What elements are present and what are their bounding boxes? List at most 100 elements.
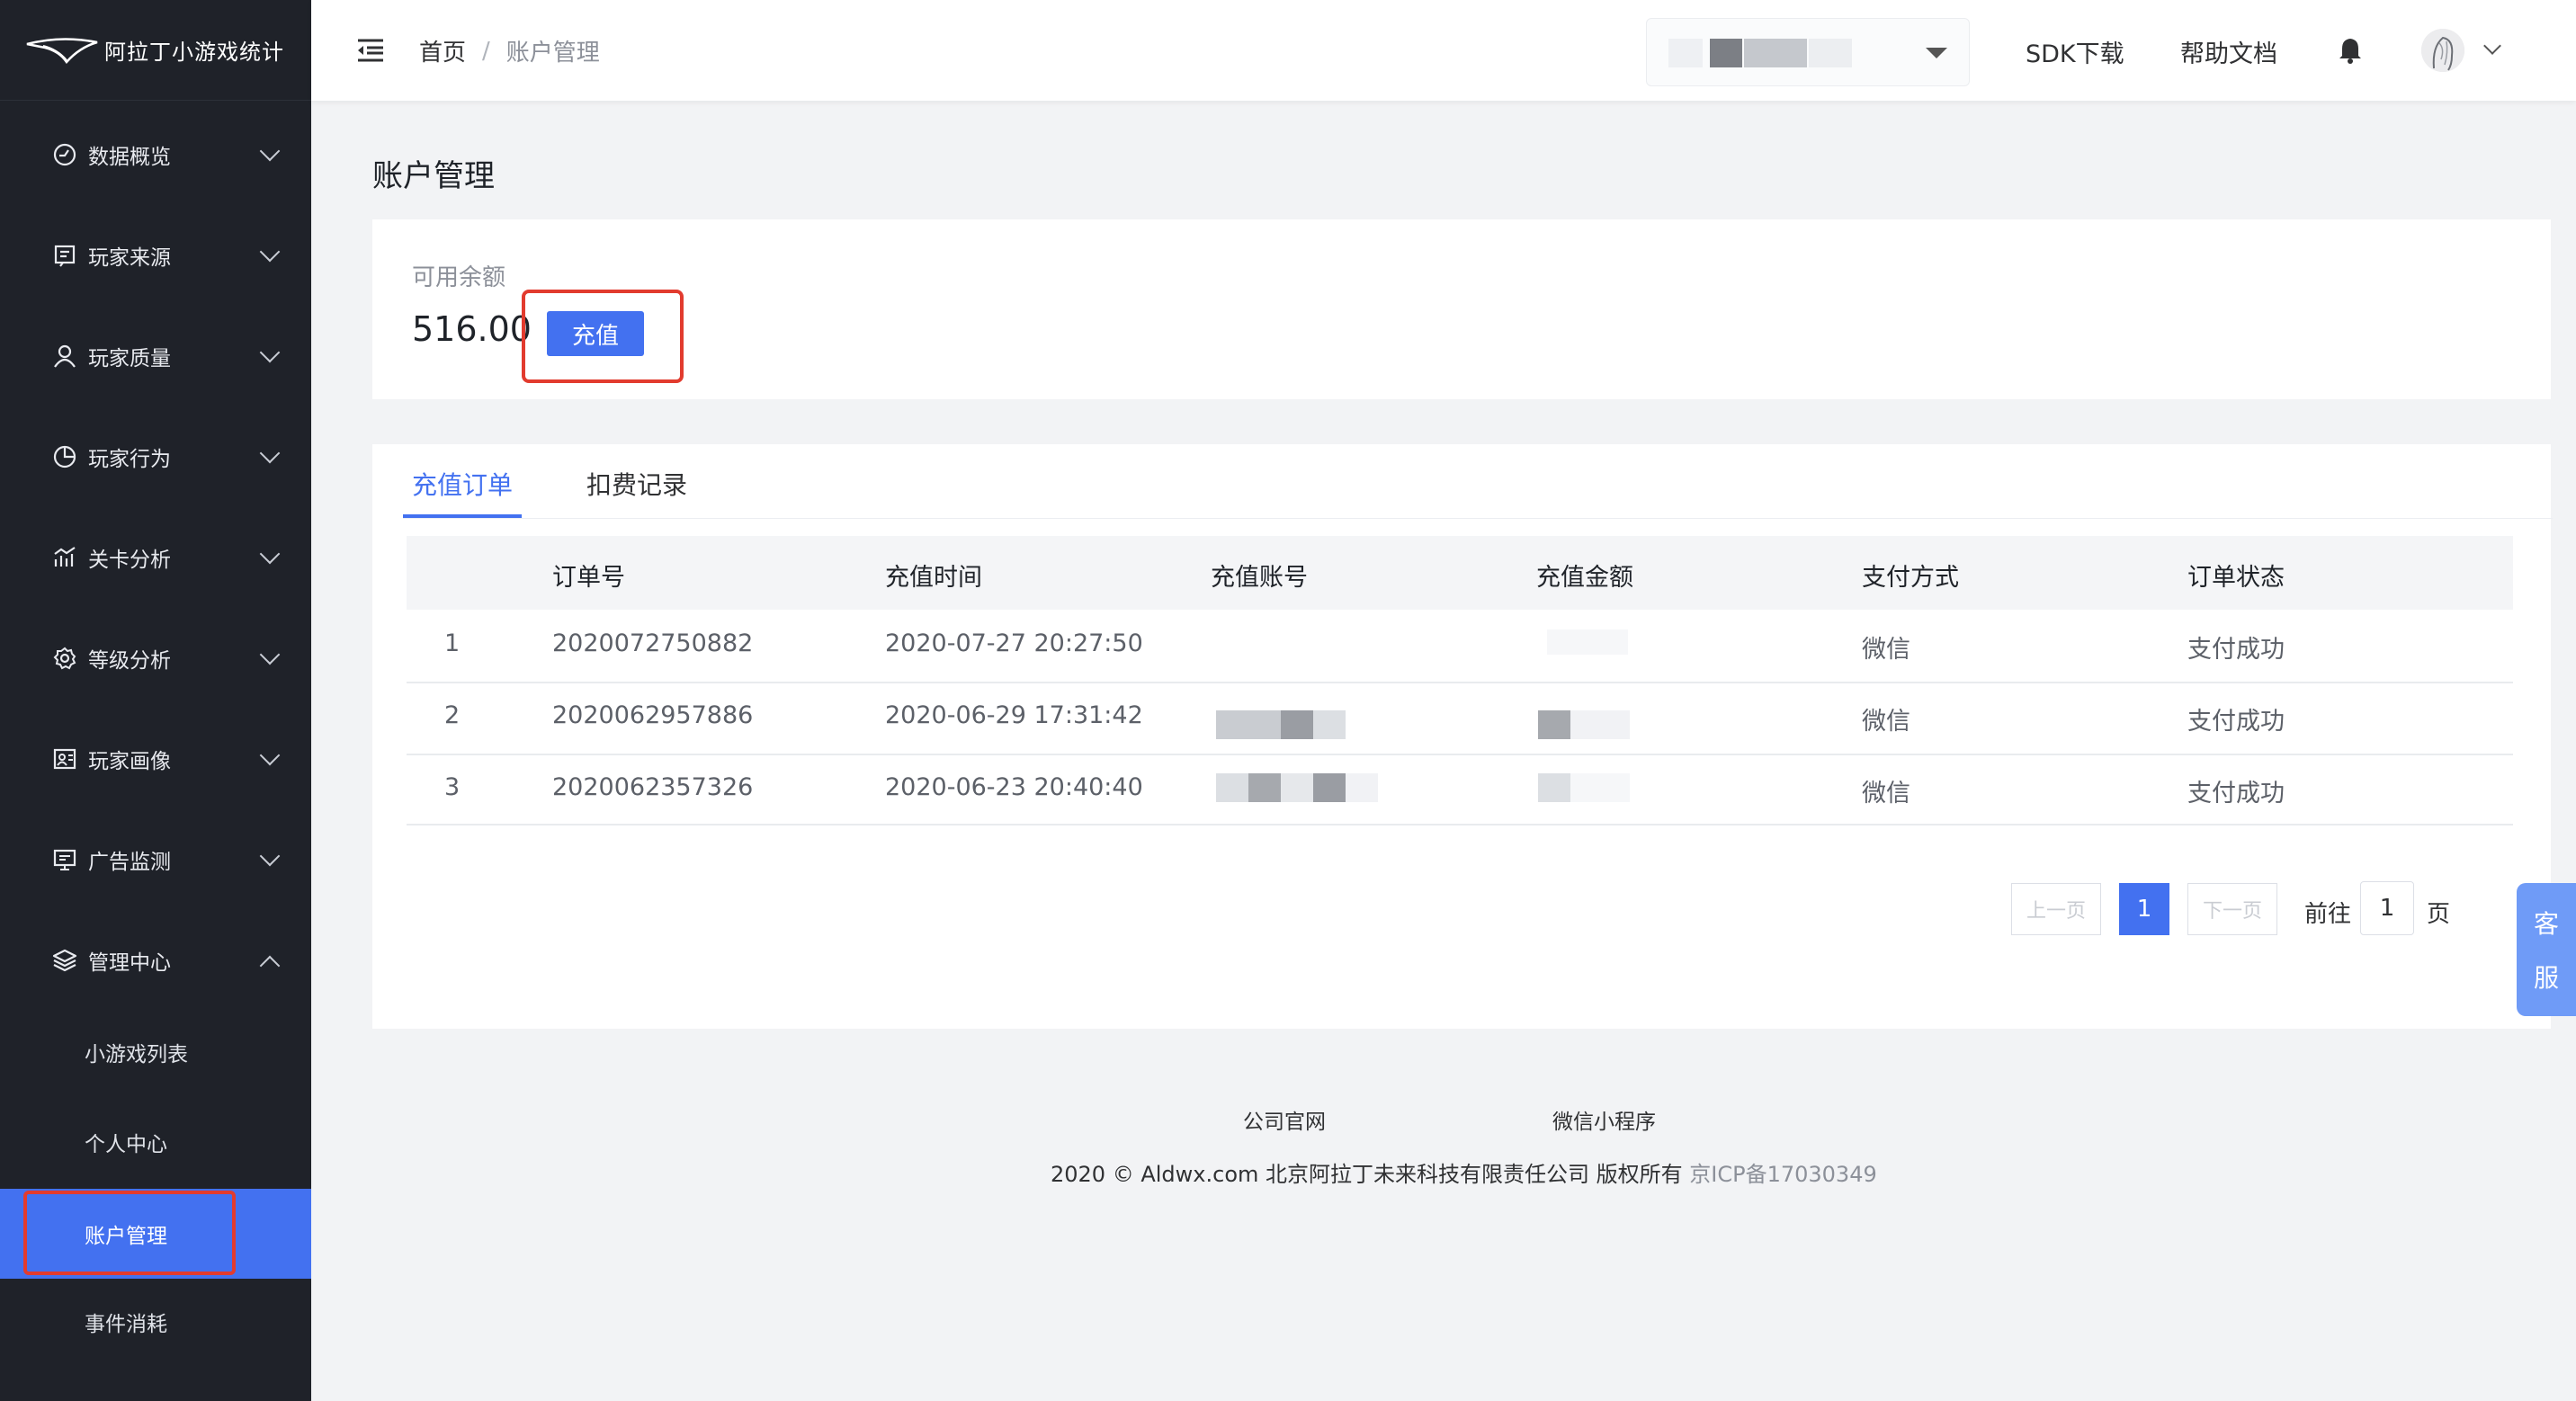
monitor-icon: [53, 849, 76, 870]
page-title: 账户管理: [372, 158, 495, 194]
order-number: 2020062357326: [552, 773, 754, 801]
top-header: 首页 / 账户管理 SDK下载 帮助文档: [311, 0, 2576, 101]
prev-page-button[interactable]: 上一页: [2011, 883, 2101, 935]
chevron-down-icon: [259, 241, 281, 263]
bell-icon[interactable]: [2337, 36, 2364, 65]
footer-copyright: 2020 © Aldwx.com 北京阿拉丁未来科技有限责任公司 版权所有 京I…: [1051, 1156, 1877, 1188]
next-page-button[interactable]: 下一页: [2187, 883, 2277, 935]
sidebar-subitem-label: 小游戏列表: [85, 1043, 188, 1066]
sidebar-item-label: 玩家行为: [88, 448, 171, 471]
chevron-down-icon[interactable]: [2483, 37, 2501, 55]
layers-icon: [52, 949, 77, 972]
chevron-down-icon: [259, 442, 281, 464]
sidebar-subitem-game-list[interactable]: 小游戏列表: [0, 1007, 311, 1097]
sidebar-item-label: 广告监测: [88, 851, 171, 874]
chevron-down-icon: [259, 543, 281, 565]
dashboard-icon: [53, 143, 76, 166]
logo[interactable]: 阿拉丁小游戏统计: [0, 0, 311, 101]
sidebar-item-player-source[interactable]: 玩家来源: [0, 205, 311, 306]
redacted-app-name: [1744, 39, 1807, 67]
row-divider: [407, 682, 2513, 683]
order-status: 支付成功: [2187, 636, 2285, 664]
row-divider: [407, 824, 2513, 825]
page-number-current[interactable]: 1: [2119, 883, 2169, 935]
sdk-download-link[interactable]: SDK下载: [2026, 34, 2124, 69]
sidebar-item-level-analysis[interactable]: 关卡分析: [0, 507, 311, 608]
chart-icon: [54, 547, 76, 567]
order-number: 2020072750882: [552, 629, 754, 657]
redacted-account: [1216, 773, 1248, 802]
caret-down-icon: [1926, 48, 1947, 58]
breadcrumb-home[interactable]: 首页: [419, 34, 466, 67]
menu-collapse-icon[interactable]: [354, 38, 387, 63]
redacted-app-name: [1710, 39, 1742, 67]
sidebar-item-label: 玩家质量: [88, 347, 171, 370]
sidebar-item-label: 玩家画像: [88, 750, 171, 773]
payment-method: 微信: [1862, 708, 1910, 736]
customer-service-button[interactable]: 客 服: [2517, 883, 2576, 1016]
payment-method: 微信: [1862, 780, 1910, 808]
order-number: 2020062957886: [552, 701, 754, 729]
gear-icon: [53, 647, 76, 670]
sidebar-item-player-behavior[interactable]: 玩家行为: [0, 406, 311, 507]
active-tab-indicator: [403, 514, 522, 518]
redacted-app-name: [1809, 39, 1852, 67]
redacted-amount: [1570, 710, 1630, 739]
help-docs-link[interactable]: 帮助文档: [2180, 34, 2277, 69]
icp-link[interactable]: 京ICP备17030349: [1689, 1162, 1876, 1187]
sidebar: 阿拉丁小游戏统计 数据概览 玩家来源 玩家质量 玩家行为 关卡分析 等级分析 玩…: [0, 0, 311, 1401]
redacted-account: [1346, 773, 1378, 802]
chevron-down-icon: [259, 745, 281, 766]
sidebar-item-player-portrait[interactable]: 玩家画像: [0, 709, 311, 809]
footer-link-miniprogram[interactable]: 微信小程序: [1552, 1104, 1656, 1135]
payment-method: 微信: [1862, 636, 1910, 664]
sidebar-item-data-overview[interactable]: 数据概览: [0, 104, 311, 205]
highlight-box-sidebar: [23, 1191, 236, 1275]
goto-page-input[interactable]: [2360, 881, 2414, 935]
order-status: 支付成功: [2187, 708, 2285, 736]
footer-link-company[interactable]: 公司官网: [1243, 1104, 1326, 1135]
column-header: 订单状态: [2187, 564, 2285, 592]
sidebar-item-player-quality[interactable]: 玩家质量: [0, 306, 311, 406]
recharge-time: 2020-06-23 20:40:40: [885, 773, 1143, 801]
redacted-account: [1313, 773, 1346, 802]
source-icon: [54, 245, 76, 267]
app-selector-dropdown[interactable]: [1646, 18, 1970, 86]
redacted-app-name: [1668, 39, 1703, 67]
service-char: 客: [2533, 909, 2559, 939]
chevron-down-icon: [259, 140, 281, 162]
column-header: 订单号: [552, 564, 625, 592]
tab-divider: [403, 518, 2553, 519]
goto-label: 前往: [2304, 901, 2352, 928]
balance-label: 可用余额: [412, 264, 506, 291]
pie-icon: [53, 445, 76, 468]
sidebar-subitem-label: 个人中心: [85, 1133, 167, 1156]
copyright-text: 2020 © Aldwx.com 北京阿拉丁未来科技有限责任公司 版权所有: [1051, 1162, 1683, 1187]
highlight-box-recharge: [522, 290, 684, 383]
balance-value: 516.00: [412, 309, 532, 349]
sidebar-subitem-event-consumption[interactable]: 事件消耗: [0, 1277, 311, 1367]
logo-icon: [26, 37, 98, 64]
avatar[interactable]: [2421, 29, 2464, 72]
redacted-amount: [1538, 710, 1570, 739]
sidebar-item-label: 等级分析: [88, 649, 171, 673]
chevron-down-icon: [259, 845, 281, 867]
redacted-account: [1248, 773, 1281, 802]
tab-deduction-records[interactable]: 扣费记录: [586, 466, 687, 502]
sidebar-item-ad-monitor[interactable]: 广告监测: [0, 809, 311, 910]
portrait-icon: [53, 748, 76, 770]
sidebar-item-label: 管理中心: [88, 951, 171, 975]
balance-card: [372, 219, 2551, 399]
sidebar-item-grade-analysis[interactable]: 等级分析: [0, 608, 311, 709]
recharge-time: 2020-07-27 20:27:50: [885, 629, 1143, 657]
row-index: 3: [444, 773, 461, 801]
breadcrumb-separator: /: [482, 37, 490, 65]
redacted-amount: [1538, 773, 1570, 802]
chevron-down-icon: [259, 644, 281, 665]
sidebar-item-label: 数据概览: [88, 146, 171, 169]
breadcrumb-current: 账户管理: [505, 40, 600, 67]
tab-recharge-orders[interactable]: 充值订单: [412, 466, 513, 502]
sidebar-item-management[interactable]: 管理中心: [0, 910, 311, 1011]
recharge-time: 2020-06-29 17:31:42: [885, 701, 1143, 729]
sidebar-subitem-personal-center[interactable]: 个人中心: [0, 1097, 311, 1187]
